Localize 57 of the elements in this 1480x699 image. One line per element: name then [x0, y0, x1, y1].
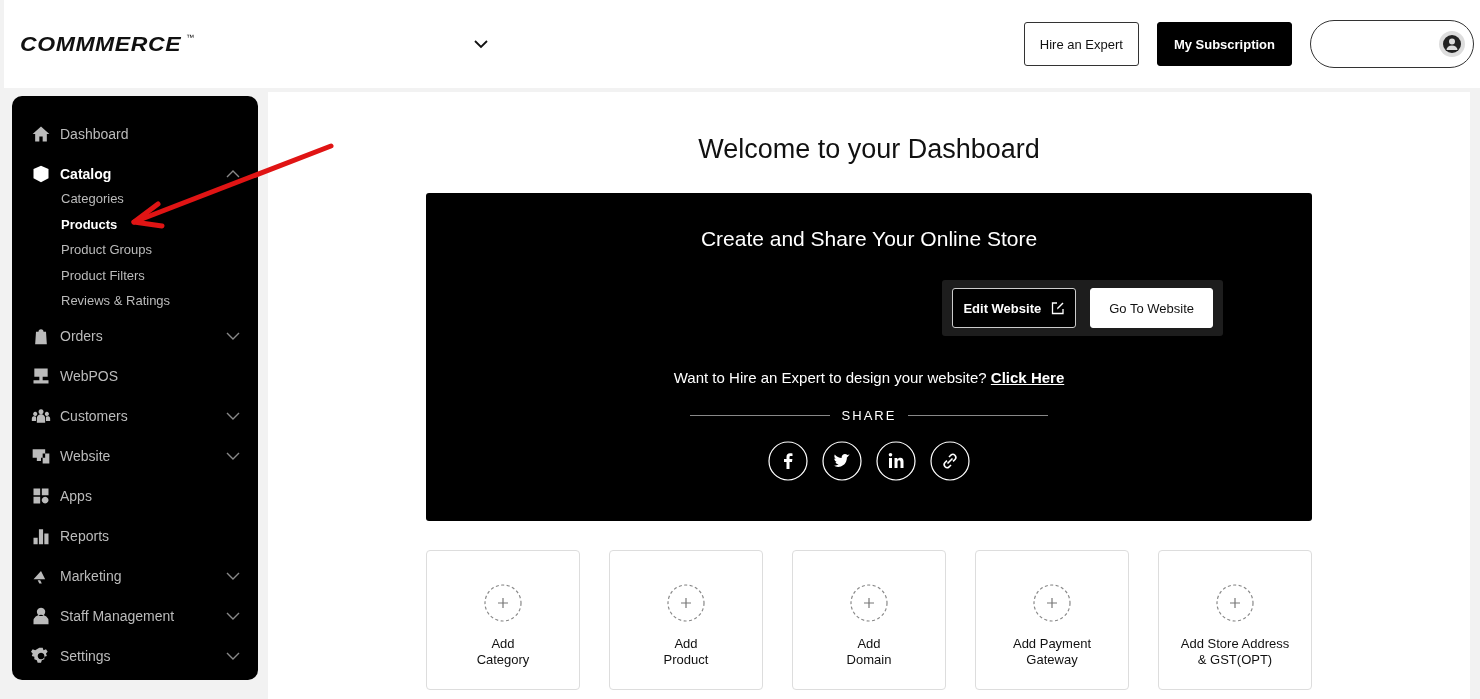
- caret-icon[interactable]: [474, 39, 488, 49]
- quick-action-card[interactable]: Add Category: [426, 550, 580, 690]
- chevron-icon: [226, 571, 240, 580]
- card-label: Add Category: [476, 636, 530, 668]
- add-icon: [1033, 584, 1071, 622]
- sidebar-subitem[interactable]: Product Groups: [12, 237, 258, 263]
- sidebar-item[interactable]: Website: [12, 435, 258, 476]
- card-label: Add Store Address & GST(OPT): [1180, 636, 1290, 668]
- header-button[interactable]: Hire an Expert: [1023, 22, 1139, 66]
- website-button[interactable]: Go To Website: [1090, 288, 1213, 328]
- page-title: Welcome to your Dashboard: [698, 134, 1040, 165]
- twitter-icon[interactable]: [822, 441, 862, 481]
- quick-action-card[interactable]: Add Product: [609, 550, 763, 690]
- sidebar-item[interactable]: Reports: [12, 515, 258, 556]
- edit-icon: [1051, 301, 1066, 315]
- sidebar-item[interactable]: Orders: [12, 315, 258, 356]
- quick-action-card[interactable]: Add Payment Gateway: [975, 550, 1129, 690]
- logo: COMMMERCE: [20, 32, 182, 56]
- sidebar-item[interactable]: Dashboard: [12, 114, 258, 154]
- chevron-icon: [226, 331, 240, 340]
- banner-title: Create and Share Your Online Store: [700, 227, 1038, 251]
- add-icon: [1216, 584, 1254, 622]
- linkedin-icon[interactable]: [876, 441, 916, 481]
- header-button[interactable]: My Subscription: [1156, 22, 1292, 66]
- chevron-icon: [226, 170, 240, 178]
- sidebar-subitem[interactable]: Reviews & Ratings: [12, 288, 258, 314]
- trademark-mark: ™: [186, 32, 195, 42]
- add-icon: [667, 584, 705, 622]
- quick-action-card[interactable]: Add Domain: [792, 550, 946, 690]
- sidebar-subitem[interactable]: Product Filters: [12, 262, 258, 288]
- card-label: Add Product: [663, 636, 709, 668]
- card-label: Add Domain: [846, 636, 892, 668]
- share-label: SHARE: [841, 408, 897, 423]
- add-icon: [850, 584, 888, 622]
- sidebar-item[interactable]: Customers: [12, 395, 258, 436]
- chevron-icon: [226, 411, 240, 420]
- facebook-icon[interactable]: [768, 441, 808, 481]
- sidebar-subitem[interactable]: Products: [12, 211, 258, 237]
- user-icon: [1439, 31, 1465, 57]
- menu-icon: [31, 605, 51, 626]
- add-icon: [484, 584, 522, 622]
- menu-icon: [31, 124, 51, 144]
- sidebar-item[interactable]: Staff Management: [12, 595, 258, 636]
- link-icon[interactable]: [930, 441, 970, 481]
- sidebar-item[interactable]: WebPOS: [12, 355, 258, 396]
- menu-icon: [31, 164, 51, 184]
- sidebar-item[interactable]: Apps: [12, 475, 258, 516]
- click-here-link[interactable]: Click Here: [990, 369, 1065, 386]
- chevron-icon: [226, 611, 240, 620]
- hire-expert-text: Want to Hire an Expert to design your website? Click Here: [673, 369, 1065, 386]
- sidebar-item[interactable]: Marketing: [12, 555, 258, 596]
- chevron-icon: [226, 651, 240, 660]
- chevron-icon: [226, 451, 240, 460]
- sidebar-item[interactable]: Settings: [12, 635, 258, 676]
- card-label: Add Payment Gateway: [1012, 636, 1091, 668]
- website-button[interactable]: Edit Website: [952, 288, 1077, 328]
- quick-action-card[interactable]: Add Store Address & GST(OPT): [1158, 550, 1312, 690]
